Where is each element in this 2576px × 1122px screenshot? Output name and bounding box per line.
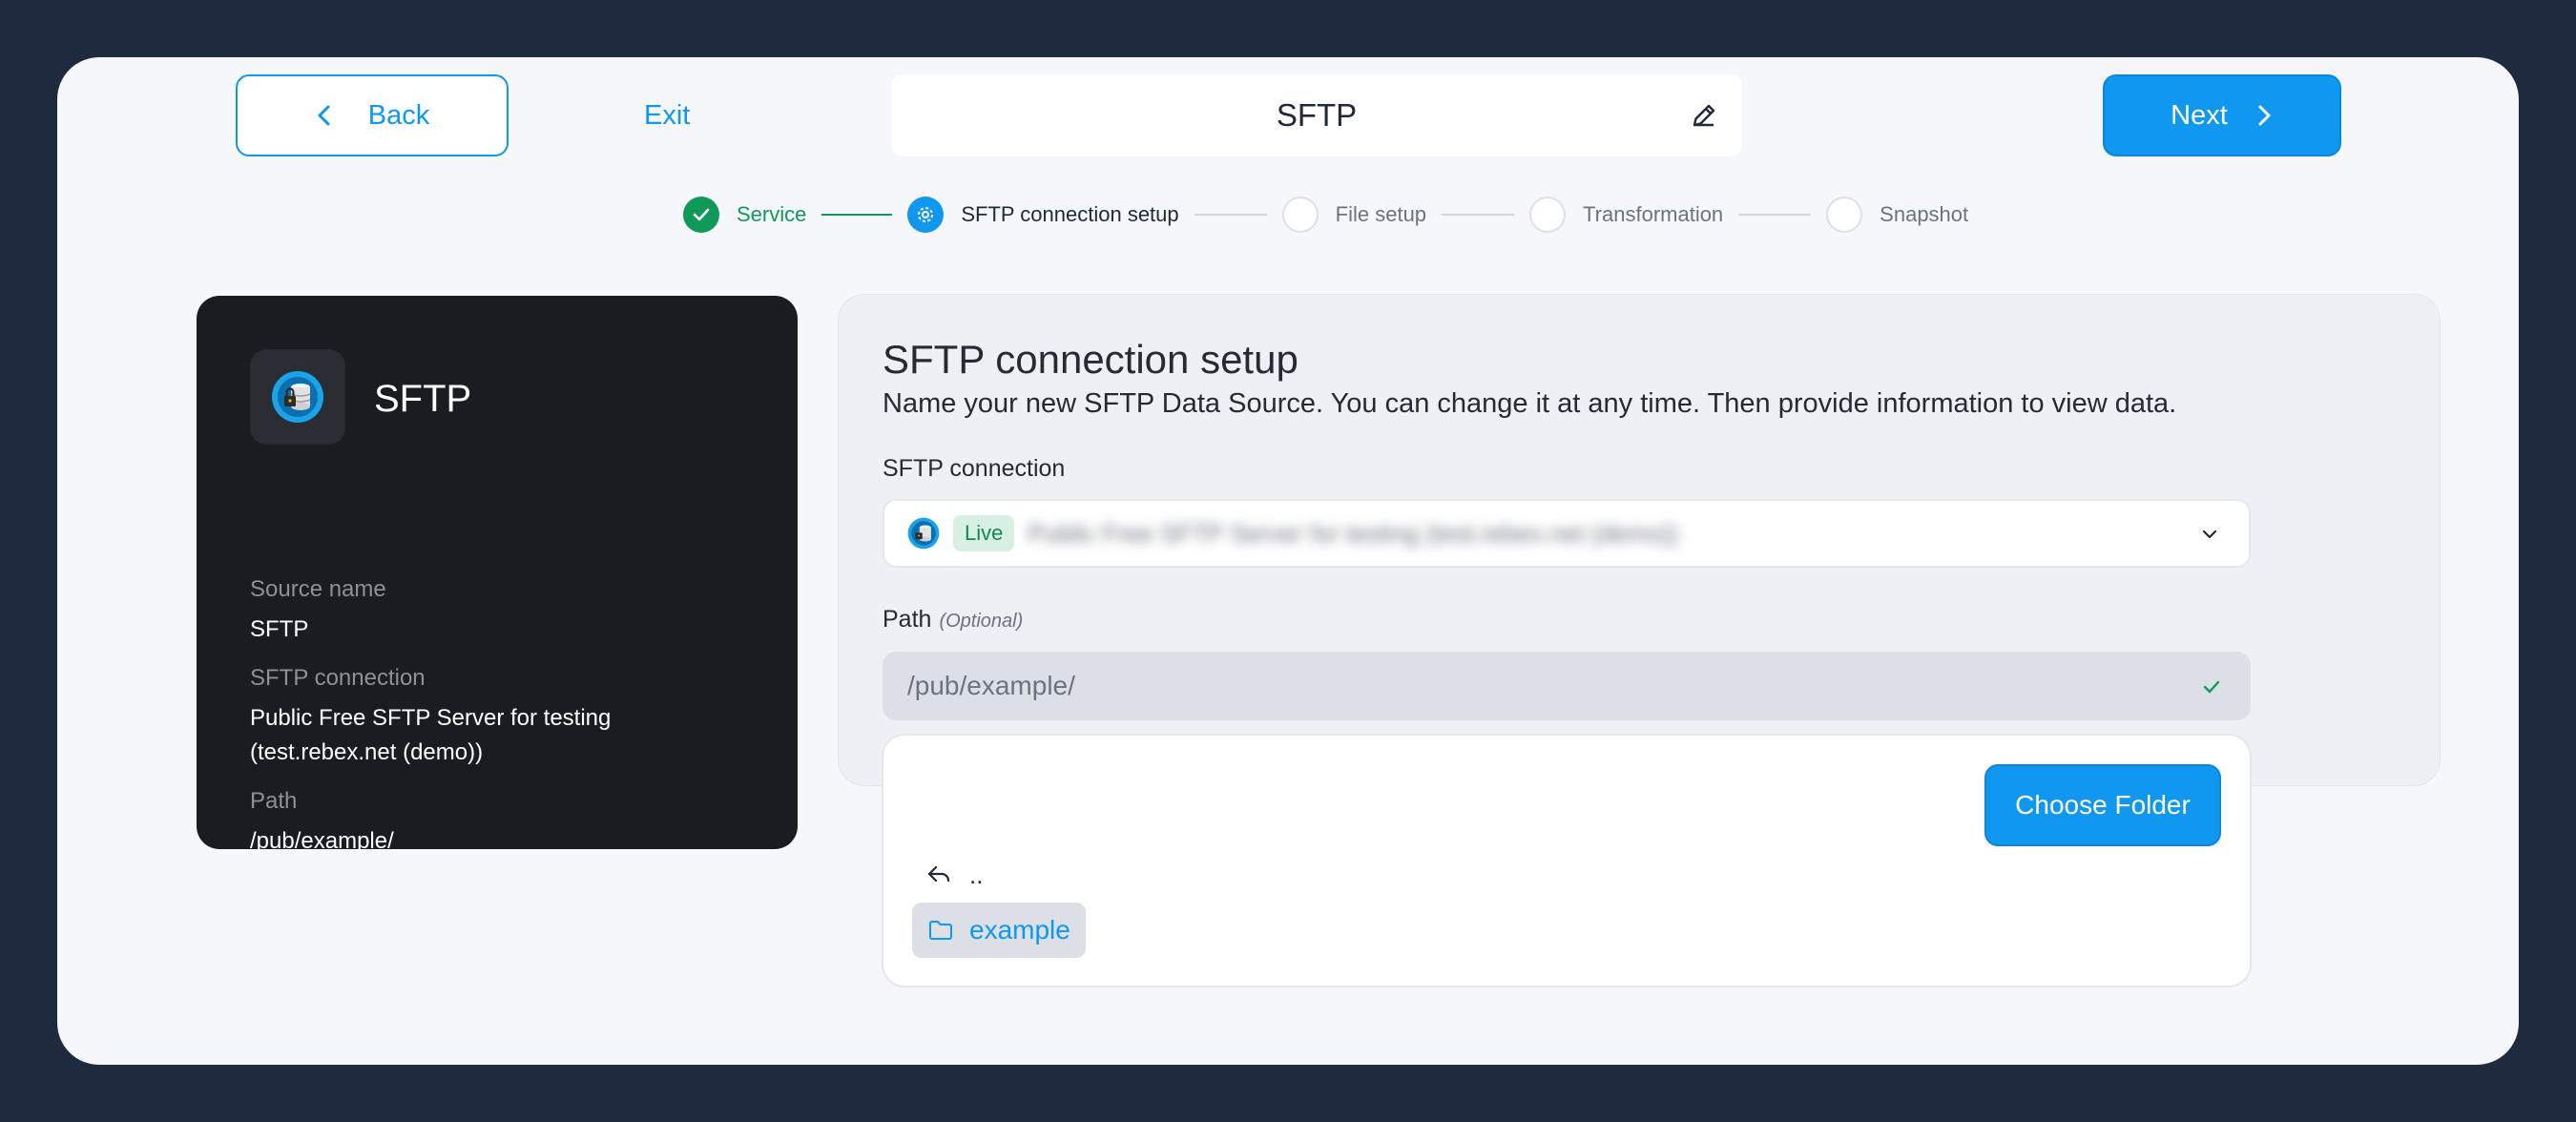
chevron-down-icon	[2202, 530, 2217, 539]
step-connector	[1194, 214, 1267, 216]
connection-label: SFTP connection	[250, 665, 426, 691]
folder-browser: Choose Folder .. example	[882, 734, 2252, 987]
step-connector	[1738, 214, 1812, 216]
connection-value: Public Free SFTP Server for testing (tes…	[250, 705, 612, 765]
connection-field-label-text: SFTP connection	[883, 455, 1066, 482]
path-input-value: /pub/example/	[907, 671, 1075, 700]
folder-item-example[interactable]: example	[912, 903, 1086, 958]
chevron-left-icon	[318, 105, 330, 126]
exit-button[interactable]: Exit	[644, 74, 690, 156]
path-value: /pub/example/	[250, 828, 394, 854]
optional-hint: (Optional)	[939, 611, 1024, 632]
step-service[interactable]: Service	[683, 197, 806, 233]
path-field-label-text: Path	[883, 606, 932, 633]
step-file-setup[interactable]: File setup	[1281, 197, 1427, 233]
step-indicator	[1281, 197, 1319, 233]
summary-path: Path /pub/example/	[250, 788, 689, 859]
step-connector	[1442, 214, 1515, 216]
source-title-field[interactable]: SFTP	[891, 74, 1742, 156]
connection-field-label: SFTP connection	[883, 455, 1065, 483]
pencil-icon[interactable]	[1689, 100, 1719, 131]
step-sftp-connection-setup[interactable]: SFTP connection setup	[907, 197, 1179, 233]
connection-setup-panel: SFTP connection setup Name your new SFTP…	[838, 294, 2441, 786]
sftp-database-icon	[907, 517, 940, 550]
choose-folder-label: Choose Folder	[2015, 790, 2191, 820]
summary-title: SFTP	[374, 378, 472, 420]
connection-select[interactable]: Live Public Free SFTP Server for testing…	[883, 499, 2251, 568]
step-snapshot[interactable]: Snapshot	[1826, 197, 1968, 233]
summary-connection: SFTP connection Public Free SFTP Server …	[250, 665, 689, 770]
step-transformation[interactable]: Transformation	[1529, 197, 1723, 233]
parent-directory-item[interactable]: ..	[925, 856, 983, 894]
source-summary-card: SFTP Source name SFTP SFTP connection Pu…	[197, 296, 798, 854]
parent-directory-label: ..	[969, 860, 984, 889]
connection-select-value: Public Free SFTP Server for testing (tes…	[1028, 518, 1678, 548]
step-indicator	[1826, 197, 1863, 233]
source-name-value: SFTP	[250, 616, 309, 642]
path-label: Path	[250, 788, 298, 814]
next-button-label: Next	[2171, 99, 2228, 131]
back-button-label: Back	[367, 99, 430, 131]
step-connector	[821, 214, 893, 216]
chevron-right-icon	[2258, 105, 2271, 126]
form-title: SFTP connection setup	[883, 337, 1298, 382]
step-label: File setup	[1335, 202, 1427, 226]
path-input[interactable]: /pub/example/	[883, 652, 2251, 720]
status-badge: Live	[953, 515, 1015, 551]
next-button[interactable]: Next	[2103, 74, 2341, 156]
choose-folder-button[interactable]: Choose Folder	[1984, 764, 2221, 846]
sftp-database-icon	[272, 371, 323, 423]
summary-source-name: Source name SFTP	[250, 576, 689, 647]
exit-button-label: Exit	[644, 99, 691, 131]
check-icon	[683, 197, 719, 233]
progress-stepper: Service SFTP connection setup File setup…	[683, 196, 1968, 234]
back-button[interactable]: Back	[236, 74, 509, 156]
source-name-label: Source name	[250, 576, 386, 602]
folder-item-label: example	[969, 915, 1070, 945]
check-icon	[2203, 680, 2220, 694]
gear-icon	[907, 197, 945, 233]
step-label: Snapshot	[1880, 202, 1969, 226]
app-window: Back Exit SFTP Next Service SFTP connect…	[57, 57, 2519, 1065]
step-label: Service	[737, 202, 807, 226]
reply-arrow-icon	[927, 865, 950, 883]
path-field-label: Path (Optional)	[883, 606, 1023, 634]
sftp-logo	[250, 349, 345, 445]
step-label: SFTP connection setup	[961, 202, 1179, 226]
step-label: Transformation	[1583, 202, 1724, 226]
form-description: Name your new SFTP Data Source. You can …	[883, 388, 2177, 419]
step-indicator	[1529, 197, 1567, 233]
folder-icon	[929, 921, 952, 940]
page-title: SFTP	[1276, 97, 1358, 133]
